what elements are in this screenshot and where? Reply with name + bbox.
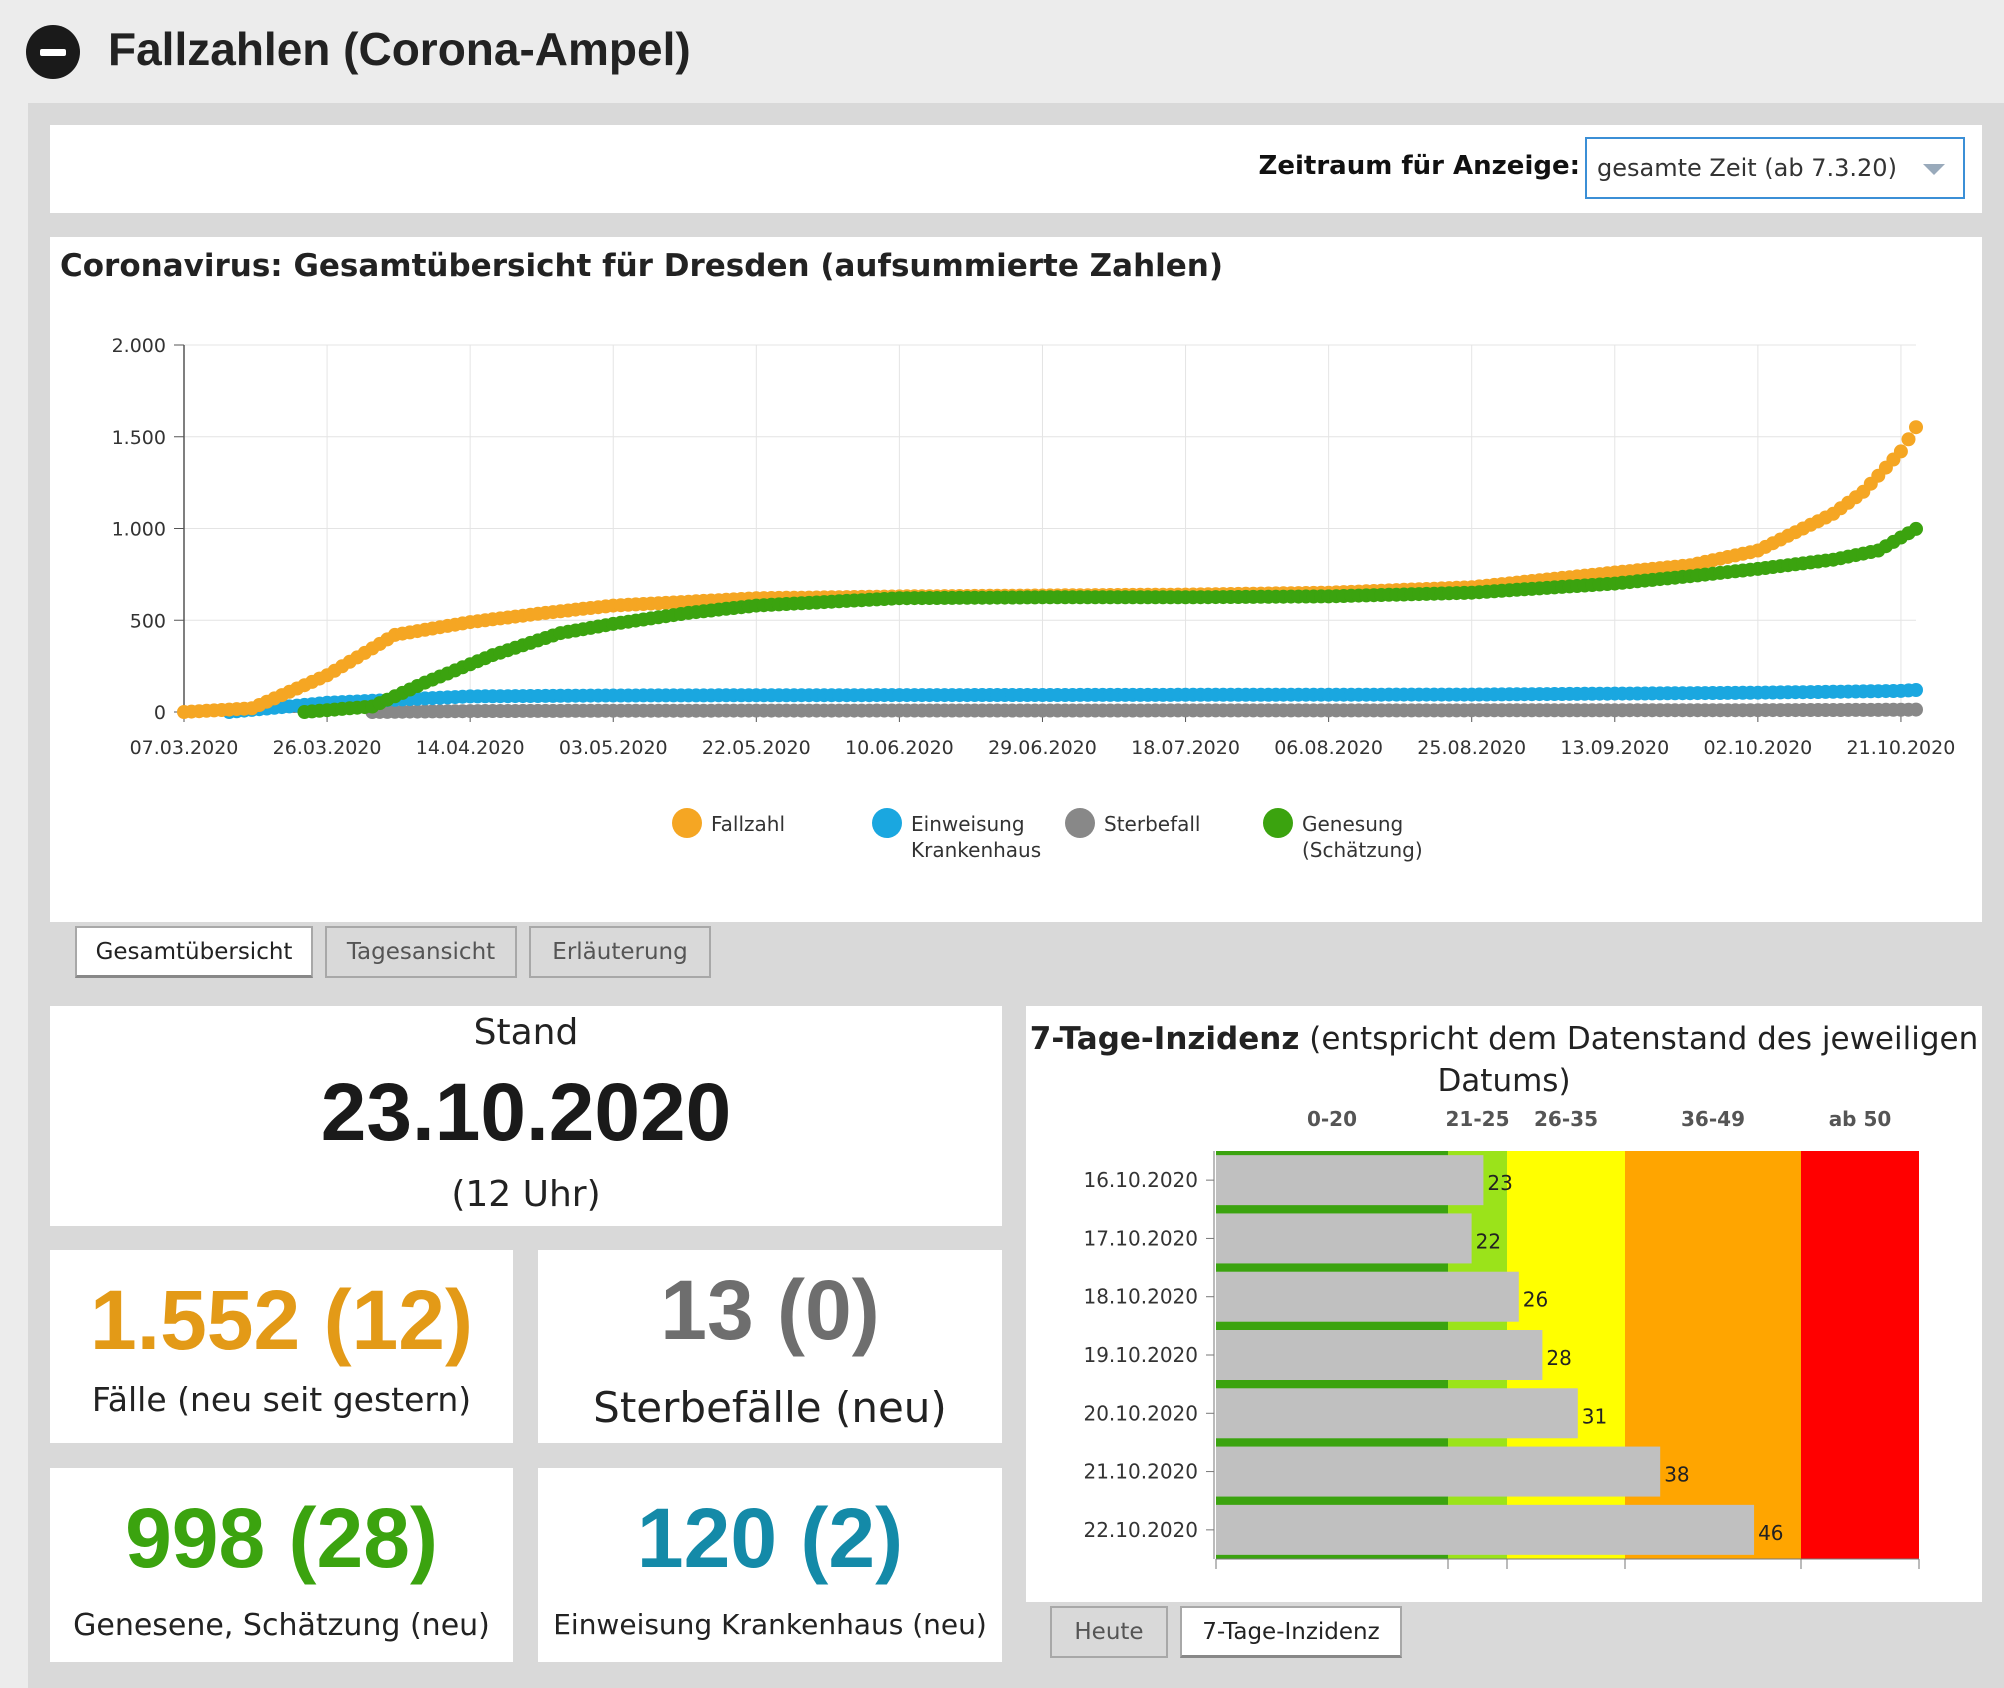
bar-value-label: 26 (1523, 1288, 1548, 1312)
stand-card: Stand 23.10.2020 (12 Uhr) (50, 1006, 1002, 1226)
zone-label: 36-49 (1681, 1107, 1745, 1131)
overview-line-chart: 0 500 1.000 1.500 2.000 07.03.2020 26.03.2020 1… (112, 335, 1956, 862)
stat-card-genesene: 998 (28) Genesene, Schätzung (neu) (50, 1468, 513, 1662)
x-tick-label: 13.09.2020 (1560, 737, 1669, 759)
legend-swatch (672, 808, 702, 838)
data-point (1909, 521, 1923, 536)
date-label: 16.10.2020 (1083, 1168, 1198, 1192)
bar-value-label: 23 (1487, 1171, 1512, 1195)
stat-card-faelle: 1.552 (12) Fälle (neu seit gestern) (50, 1250, 513, 1443)
y-tick-label: 500 (130, 610, 166, 632)
stat-card-sterbefaelle: 13 (0) Sterbefälle (neu) (538, 1250, 1002, 1443)
zone-36-49 (1625, 1151, 1801, 1559)
date-label: 22.10.2020 (1083, 1518, 1198, 1542)
tab-erlaeuterung[interactable]: Erläuterung (529, 926, 711, 978)
date-label: 20.10.2020 (1083, 1401, 1198, 1425)
tab-7-tage-inzidenz[interactable]: 7-Tage-Inzidenz (1180, 1606, 1402, 1658)
data-point (1909, 420, 1923, 435)
legend-swatch (1065, 808, 1095, 838)
data-point (1909, 683, 1923, 697)
stat-value-sterbefaelle: 13 (0) (660, 1263, 880, 1357)
date-label: 21.10.2020 (1083, 1460, 1198, 1484)
x-tick-label: 03.05.2020 (559, 737, 668, 759)
bar-value-label: 31 (1582, 1404, 1607, 1428)
stat-label-krankenhaus: Einweisung Krankenhaus (neu) (553, 1608, 987, 1641)
x-tick-label: 10.06.2020 (845, 737, 954, 759)
x-tick-label: 26.03.2020 (273, 737, 382, 759)
inzidenz-bar (1216, 1271, 1519, 1322)
bar-value-label: 22 (1476, 1229, 1501, 1253)
inzidenz-bar (1216, 1388, 1578, 1439)
x-tick-label: 29.06.2020 (988, 737, 1097, 759)
x-tick-label: 06.08.2020 (1274, 737, 1383, 759)
chevron-down-icon (1923, 164, 1945, 175)
legend-label: Fallzahl (711, 812, 785, 836)
stat-value-krankenhaus: 120 (2) (636, 1491, 904, 1585)
timerange-select-value: gesamte Zeit (ab 7.3.20) (1597, 154, 1897, 182)
legend-label: Sterbefall (1104, 812, 1200, 836)
legend-item: Genesung (Schätzung) (1263, 808, 1423, 862)
stand-time: (12 Uhr) (451, 1174, 601, 1215)
y-tick-label: 2.000 (112, 335, 166, 357)
x-tick-label: 18.07.2020 (1131, 737, 1240, 759)
stat-card-krankenhaus: 120 (2) Einweisung Krankenhaus (neu) (538, 1468, 1002, 1662)
date-label: 19.10.2020 (1083, 1343, 1198, 1367)
legend-item: Sterbefall (1065, 808, 1200, 838)
inzidenz-bar (1216, 1330, 1543, 1380)
stat-value-genesene: 998 (28) (125, 1491, 438, 1585)
tab-gesamtuebersicht[interactable]: Gesamtübersicht (75, 926, 313, 978)
series-sterbefall (365, 702, 1923, 719)
inzidenz-bar-chart: 0-20 21-25 26-35 36-49 ab 50 16.10.2020 23 17.1… (1083, 1107, 1920, 1569)
zone-label: 26-35 (1534, 1107, 1598, 1131)
inzidenz-bar (1216, 1213, 1472, 1264)
inzidenz-bar (1216, 1155, 1484, 1206)
timerange-select[interactable]: gesamte Zeit (ab 7.3.20) (1585, 137, 1965, 199)
x-tick-label: 25.08.2020 (1417, 737, 1526, 759)
section-title: Fallzahlen (Corona-Ampel) (108, 23, 691, 75)
data-point (1893, 444, 1908, 459)
x-tick-label: 07.03.2020 (130, 737, 239, 759)
tab-heute[interactable]: Heute (1050, 1606, 1168, 1658)
legend-label: Genesung (Schätzung) (1302, 812, 1423, 862)
zone-label: 0-20 (1307, 1107, 1357, 1131)
date-label: 17.10.2020 (1083, 1226, 1198, 1250)
y-tick-label: 1.500 (112, 427, 166, 449)
stat-label-sterbefaelle: Sterbefälle (neu) (593, 1383, 947, 1432)
date-label: 18.10.2020 (1083, 1285, 1198, 1309)
x-tick-label: 22.05.2020 (702, 737, 811, 759)
data-point (1909, 702, 1923, 717)
data-point (1901, 432, 1916, 447)
stat-label-genesene: Genesene, Schätzung (neu) (73, 1608, 490, 1643)
tab-tagesansicht[interactable]: Tagesansicht (325, 926, 517, 978)
bar-value-label: 38 (1664, 1463, 1689, 1487)
zone-ab-50 (1801, 1151, 1919, 1559)
x-tick-label: 21.10.2020 (1847, 737, 1956, 759)
filter-label: Zeitraum für Anzeige: (1258, 151, 1581, 181)
x-tick-label: 14.04.2020 (416, 737, 525, 759)
legend-label: Einweisung Krankenhaus (911, 812, 1041, 862)
x-tick-label: 02.10.2020 (1703, 737, 1812, 759)
legend-swatch (872, 808, 902, 838)
inzidenz-bar (1216, 1446, 1661, 1497)
y-tick-label: 0 (154, 702, 166, 724)
minus-circle-icon[interactable] (26, 25, 80, 79)
stat-value-faelle: 1.552 (12) (90, 1273, 473, 1367)
y-tick-label: 1.000 (112, 519, 166, 541)
inzidenz-bar (1216, 1504, 1755, 1555)
stat-label-faelle: Fälle (neu seit gestern) (91, 1380, 472, 1419)
bar-value-label: 28 (1546, 1346, 1571, 1370)
zone-label: ab 50 (1829, 1107, 1892, 1131)
legend-item: Einweisung Krankenhaus (872, 808, 1041, 862)
stand-date: 23.10.2020 (320, 1067, 732, 1158)
zone-label: 21-25 (1446, 1107, 1510, 1131)
legend-item: Fallzahl (672, 808, 785, 838)
legend-swatch (1263, 808, 1293, 838)
stand-label: Stand (473, 1012, 579, 1053)
bar-value-label: 46 (1758, 1521, 1783, 1545)
